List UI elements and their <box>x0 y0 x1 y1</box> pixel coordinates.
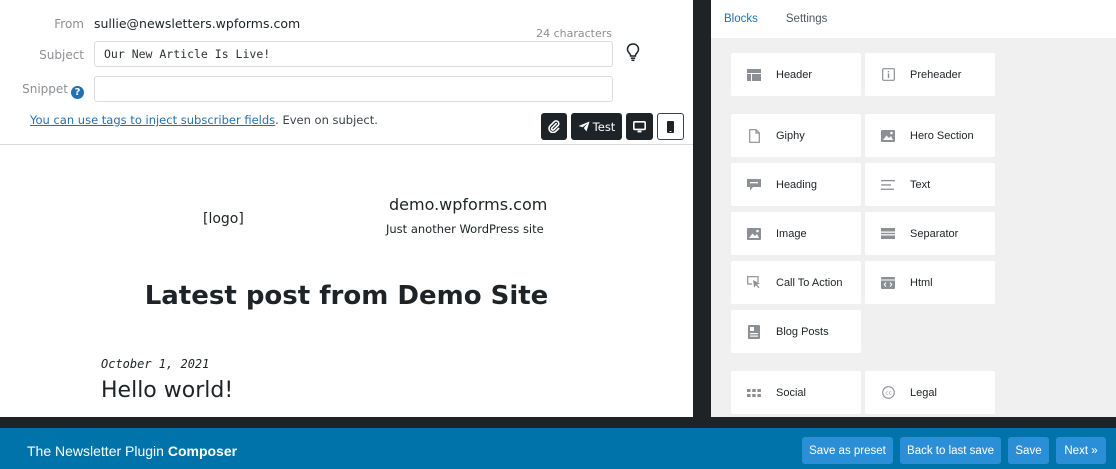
html-icon <box>881 276 895 290</box>
block-hero-section[interactable]: Hero Section <box>865 114 995 157</box>
email-header-fields: From sullie@newsletters.wpforms.com 24 c… <box>0 0 693 145</box>
desktop-view-button[interactable] <box>626 113 653 140</box>
paper-plane-icon <box>578 121 590 132</box>
block-label: Text <box>910 178 931 191</box>
block-call-to-action[interactable]: Call To Action <box>731 261 861 304</box>
block-label: Call To Action <box>776 276 843 289</box>
tags-hint-suffix: . Even on subject. <box>275 113 378 127</box>
block-label: Hero Section <box>910 129 974 142</box>
from-label: From <box>54 17 84 31</box>
call-to-action-icon <box>747 276 761 290</box>
block-label: Header <box>776 68 813 81</box>
text-icon <box>881 178 895 192</box>
save-button[interactable]: Save <box>1008 437 1049 464</box>
block-label: Image <box>776 227 807 240</box>
block-separator[interactable]: Separator <box>865 212 995 255</box>
separator-icon <box>881 227 895 241</box>
attachment-button[interactable] <box>541 113 567 140</box>
tab-blocks[interactable]: Blocks <box>724 0 758 38</box>
mobile-view-button[interactable] <box>657 113 684 140</box>
composer-panel: From sullie@newsletters.wpforms.com 24 c… <box>0 0 693 417</box>
post-title: Hello world! <box>101 378 234 403</box>
send-test-label: Test <box>592 119 616 134</box>
subject-label: Subject <box>39 48 84 62</box>
block-blog-posts[interactable]: Blog Posts <box>731 310 861 353</box>
lightbulb-icon[interactable] <box>625 42 641 62</box>
block-header[interactable]: Header <box>731 53 861 96</box>
heading-icon <box>747 178 761 192</box>
block-label: Heading <box>776 178 817 191</box>
tags-help-link[interactable]: You can use tags to inject subscriber fi… <box>30 113 275 127</box>
mobile-icon <box>667 120 674 133</box>
back-to-last-save-button[interactable]: Back to last save <box>900 437 1001 464</box>
block-label: Social <box>776 386 806 399</box>
block-heading[interactable]: Heading <box>731 163 861 206</box>
block-label: Legal <box>910 386 937 399</box>
panel-tabs: Blocks Settings <box>711 0 1116 38</box>
block-html[interactable]: Html <box>865 261 995 304</box>
next-button[interactable]: Next » <box>1056 437 1106 464</box>
post-date: October 1, 2021 <box>101 357 210 371</box>
giphy-icon <box>747 128 761 143</box>
send-test-button[interactable]: Test <box>571 113 622 140</box>
block-legal[interactable]: cc Legal <box>865 371 995 414</box>
bottom-bar: The Newsletter Plugin Composer Save as p… <box>0 428 1116 469</box>
brand-prefix: The Newsletter Plugin <box>27 443 168 459</box>
block-image[interactable]: Image <box>731 212 861 255</box>
brand-title: The Newsletter Plugin Composer <box>27 428 237 469</box>
block-giphy[interactable]: Giphy <box>731 114 861 157</box>
help-icon[interactable]: ? <box>71 86 84 99</box>
preview-heading: Latest post from Demo Site <box>144 281 549 311</box>
brand-bold: Composer <box>167 443 238 459</box>
site-tagline: Just another WordPress site <box>386 222 544 236</box>
social-icon <box>747 386 761 400</box>
block-label: Preheader <box>910 68 962 81</box>
image-icon <box>747 227 761 241</box>
block-social[interactable]: Social <box>731 371 861 414</box>
header-icon <box>747 68 761 82</box>
hero-section-icon <box>881 129 895 143</box>
paperclip-icon <box>548 120 560 133</box>
email-preview[interactable]: [logo] demo.wpforms.com Just another Wor… <box>0 145 693 417</box>
block-label: Separator <box>910 227 959 240</box>
tab-settings[interactable]: Settings <box>786 0 828 38</box>
snippet-label: Snippet? <box>22 82 84 99</box>
subject-char-count: 24 characters <box>536 27 612 40</box>
snippet-label-text: Snippet <box>22 82 68 96</box>
snippet-input[interactable] <box>94 76 613 102</box>
blog-posts-icon <box>747 324 761 339</box>
block-label: Html <box>910 276 933 289</box>
preheader-icon <box>881 68 895 82</box>
logo-placeholder: [logo] <box>203 211 244 227</box>
site-name: demo.wpforms.com <box>389 195 548 214</box>
subject-input[interactable] <box>94 41 613 67</box>
save-as-preset-button[interactable]: Save as preset <box>802 437 893 464</box>
block-label: Giphy <box>776 129 805 142</box>
legal-icon: cc <box>881 386 895 400</box>
desktop-icon <box>633 120 646 132</box>
block-preheader[interactable]: Preheader <box>865 53 995 96</box>
from-value: sullie@newsletters.wpforms.com <box>94 16 301 31</box>
block-label: Blog Posts <box>776 325 829 338</box>
blocks-panel: Blocks Settings Header Preheader Giphy H… <box>711 0 1116 417</box>
svg-text:cc: cc <box>885 391 891 397</box>
block-text[interactable]: Text <box>865 163 995 206</box>
tags-hint: You can use tags to inject subscriber fi… <box>30 113 378 127</box>
